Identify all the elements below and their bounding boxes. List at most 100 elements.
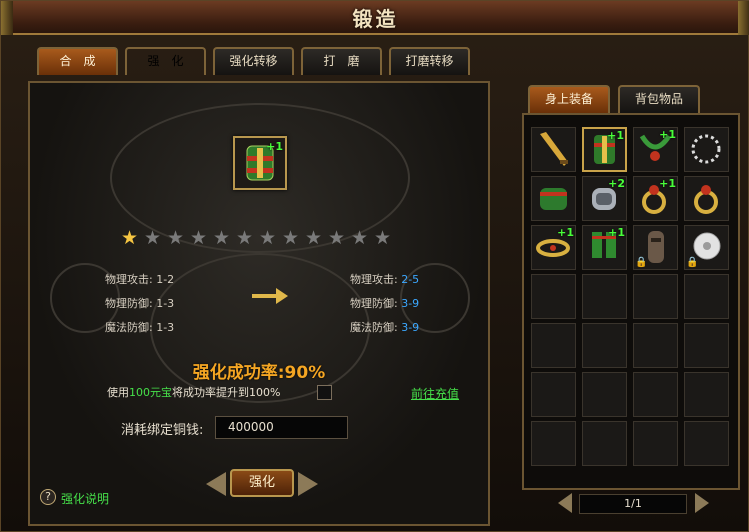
item-level-badge: +2 [608, 177, 625, 190]
recharge-link[interactable]: 前往充值 [411, 385, 459, 402]
tab-synthesize[interactable]: 合 成 [37, 47, 118, 75]
star-empty: ★ [190, 227, 208, 249]
stat-label: 物理攻击: [105, 273, 153, 286]
prev-page-button[interactable] [558, 493, 572, 513]
help-icon[interactable]: ? [40, 489, 56, 505]
stat-next-attack: 物理攻击: 2-5 [350, 271, 419, 287]
window-title: 锻造 [352, 7, 399, 31]
enhance-item-slot[interactable]: +1 [233, 136, 287, 190]
ring-icon [694, 185, 718, 214]
inventory-grid: +1 +1 +2 +1 +1 +1 🔒 🔒 [522, 113, 740, 490]
star-empty: ★ [167, 227, 185, 249]
star-empty: ★ [236, 227, 254, 249]
inventory-slot-empty[interactable] [633, 372, 678, 417]
inventory-slot-empty[interactable] [684, 421, 729, 466]
yuanbao-prefix: 使用 [107, 386, 129, 399]
star-empty: ★ [282, 227, 300, 249]
yuanbao-amount: 100元宝 [129, 386, 172, 399]
upgrade-arrow-icon [252, 288, 288, 304]
stat-label: 物理攻击: [350, 273, 398, 286]
inventory-slot-empty[interactable] [531, 274, 576, 319]
help-link[interactable]: 强化说明 [61, 490, 109, 507]
chevron-left-ornament-icon [206, 472, 226, 496]
item-level-badge: +1 [659, 128, 676, 141]
inventory-slot-empty[interactable] [684, 274, 729, 319]
inventory-slot-empty[interactable] [633, 323, 678, 368]
forge-window: 锻造 合 成 强 化 强化转移 打 磨 打磨转移 +1 ★ ★ ★ ★ ★ ★ … [0, 0, 749, 532]
inventory-slot[interactable]: +1 [633, 176, 678, 221]
inventory-slot[interactable] [684, 176, 729, 221]
title-bar[interactable]: 锻造 [1, 1, 749, 35]
lock-icon: 🔒 [686, 257, 699, 268]
stat-value: 2-5 [401, 273, 420, 286]
stat-next-defense: 物理防御: 3-9 [350, 295, 419, 311]
tab-polish[interactable]: 打 磨 [301, 47, 382, 75]
inventory-slot[interactable]: +1 [531, 225, 576, 270]
inventory-slot[interactable]: +2 [582, 176, 627, 221]
inventory-slot-empty[interactable] [531, 421, 576, 466]
item-level-badge: +1 [659, 177, 676, 190]
cost-value-field: 400000 [215, 416, 348, 439]
page-indicator: 1/1 [579, 494, 687, 514]
star-empty: ★ [328, 227, 346, 249]
beads-icon [691, 134, 721, 164]
stat-current-magic-defense: 魔法防御: 1-3 [105, 319, 174, 335]
inventory-slot-empty[interactable] [633, 421, 678, 466]
sword-icon [540, 132, 568, 166]
star-lit: ★ [121, 227, 139, 249]
stat-value: 1-3 [156, 321, 175, 334]
inventory-slot[interactable]: +1 [633, 127, 678, 172]
belt-icon [540, 188, 567, 210]
star-empty: ★ [351, 227, 369, 249]
inventory-slot-empty[interactable] [633, 274, 678, 319]
success-rate: 强化成功率:90% [192, 363, 326, 383]
stat-value: 1-3 [156, 297, 175, 310]
inventory-slot-locked[interactable]: 🔒 [633, 225, 678, 270]
stat-label: 魔法防御: [350, 321, 398, 334]
inventory-slot-empty[interactable] [582, 274, 627, 319]
inventory-slot[interactable] [531, 176, 576, 221]
inventory-slot-empty[interactable] [684, 372, 729, 417]
stat-value: 1-2 [156, 273, 175, 286]
inventory-slot[interactable]: +1 [582, 225, 627, 270]
yuanbao-suffix: 将成功率提升到100% [172, 386, 281, 399]
item-level-badge: +1 [608, 226, 625, 239]
inventory-slot[interactable] [684, 127, 729, 172]
tab-enhance[interactable]: 强 化 [125, 47, 206, 75]
use-yuanbao-checkbox[interactable] [317, 385, 332, 400]
tab-bag-items[interactable]: 背包物品 [618, 85, 700, 113]
inventory-slot-empty[interactable] [531, 323, 576, 368]
star-empty: ★ [374, 227, 392, 249]
inventory-slot-empty[interactable] [531, 372, 576, 417]
star-empty: ★ [213, 227, 231, 249]
star-empty: ★ [305, 227, 323, 249]
tab-polish-transfer[interactable]: 打磨转移 [389, 47, 470, 75]
item-level-badge: +1 [266, 140, 283, 153]
yuanbao-offer: 使用100元宝将成功率提升到100% [107, 384, 280, 400]
inventory-slot-empty[interactable] [582, 372, 627, 417]
inventory-slot[interactable] [531, 127, 576, 172]
stat-value: 3-9 [401, 297, 420, 310]
chevron-right-ornament-icon [298, 472, 318, 496]
stat-label: 魔法防御: [105, 321, 153, 334]
lock-icon: 🔒 [635, 257, 648, 268]
stat-next-magic-defense: 魔法防御: 3-9 [350, 319, 419, 335]
tab-enhance-transfer[interactable]: 强化转移 [213, 47, 294, 75]
enhance-button[interactable]: 强化 [230, 469, 294, 497]
stat-current-defense: 物理防御: 1-3 [105, 295, 174, 311]
inventory-slot-empty[interactable] [582, 421, 627, 466]
star-empty: ★ [259, 227, 277, 249]
item-level-badge: +1 [607, 129, 624, 142]
inventory-slot-empty[interactable] [582, 323, 627, 368]
inventory-slot-locked[interactable]: 🔒 [684, 225, 729, 270]
stat-label: 物理防御: [105, 297, 153, 310]
inventory-slot-empty[interactable] [684, 323, 729, 368]
forge-panel: +1 ★ ★ ★ ★ ★ ★ ★ ★ ★ ★ ★ ★ 物理攻击: 1-2 物理防… [28, 81, 490, 526]
stat-value: 3-9 [401, 321, 420, 334]
stat-label: 物理防御: [350, 297, 398, 310]
cost-label: 消耗绑定铜钱: [121, 423, 204, 438]
tab-equipped-items[interactable]: 身上装备 [528, 85, 610, 113]
inventory-slot-selected[interactable]: +1 [582, 127, 627, 172]
next-page-button[interactable] [695, 493, 709, 513]
item-level-badge: +1 [557, 226, 574, 239]
